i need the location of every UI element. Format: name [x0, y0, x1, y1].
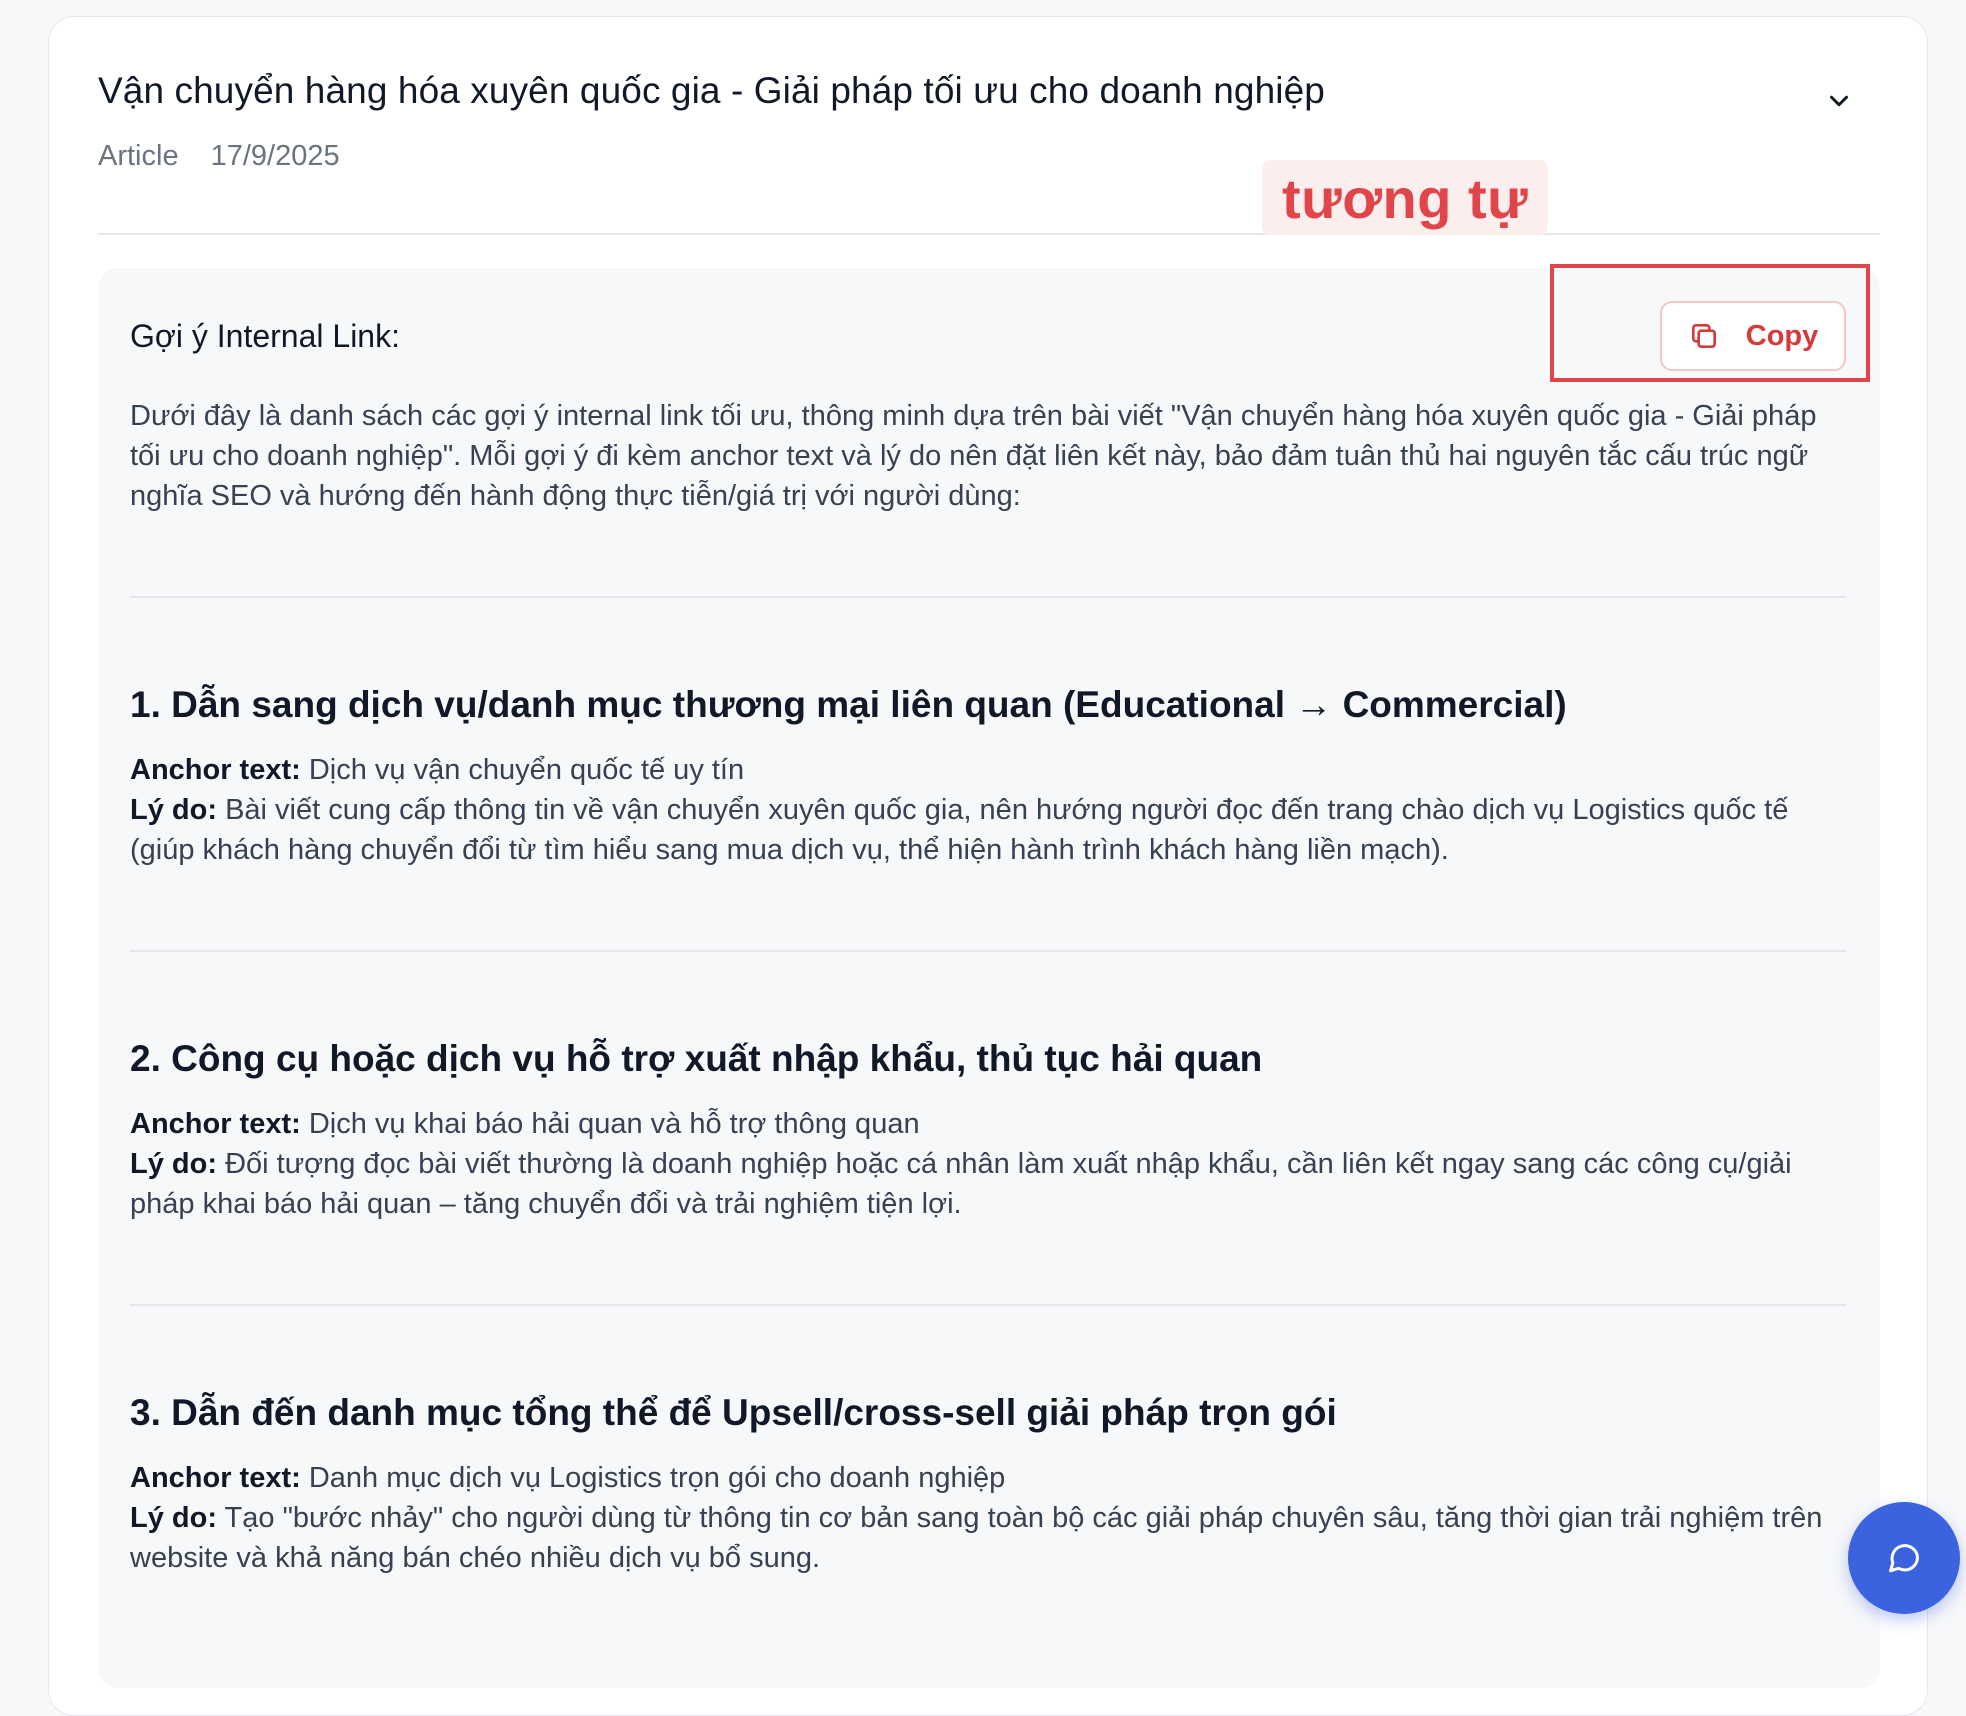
- reason-label: Lý do:: [130, 1502, 217, 1534]
- section-body: Anchor text: Dịch vụ khai báo hải quan v…: [130, 1104, 1840, 1224]
- anchor-label: Anchor text:: [130, 1108, 301, 1140]
- anchor-text: Dịch vụ khai báo hải quan và hỗ trợ thôn…: [308, 1108, 920, 1140]
- panel-heading: Gợi ý Internal Link:: [130, 318, 400, 354]
- reason-text: Đối tượng đọc bài viết thường là doanh n…: [130, 1148, 1792, 1220]
- anchor-line: Anchor text: Danh mục dịch vụ Logistics …: [130, 1458, 1840, 1498]
- reason-label: Lý do:: [130, 794, 217, 826]
- reason-label: Lý do:: [130, 1148, 217, 1180]
- article-type: Article: [98, 140, 179, 172]
- reason-line: Lý do: Tạo "bước nhảy" cho người dùng từ…: [130, 1498, 1840, 1578]
- annotation-label: tương tự: [1262, 160, 1549, 235]
- section-title: 3. Dẫn đến danh mục tổng thể để Upsell/c…: [130, 1392, 1337, 1433]
- reason-line: Lý do: Đối tượng đọc bài viết thường là …: [130, 1144, 1840, 1224]
- reason-text: Tạo "bước nhảy" cho người dùng từ thông …: [130, 1502, 1823, 1574]
- article-date: 17/9/2025: [210, 140, 340, 172]
- divider: [130, 1304, 1846, 1306]
- chevron-down-icon[interactable]: [1824, 86, 1854, 116]
- header-divider: [98, 233, 1880, 235]
- divider: [130, 596, 1846, 598]
- anchor-label: Anchor text:: [130, 1462, 301, 1494]
- anchor-line: Anchor text: Dịch vụ khai báo hải quan v…: [130, 1104, 1840, 1144]
- anchor-text: Dịch vụ vận chuyển quốc tế uy tín: [308, 754, 745, 786]
- intro-paragraph: Dưới đây là danh sách các gợi ý internal…: [130, 400, 1817, 512]
- section-body: Anchor text: Dịch vụ vận chuyển quốc tế …: [130, 750, 1840, 870]
- chat-bubble-icon: [1889, 1544, 1919, 1573]
- anchor-line: Anchor text: Dịch vụ vận chuyển quốc tế …: [130, 750, 1840, 790]
- section-title: 2. Công cụ hoặc dịch vụ hỗ trợ xuất nhập…: [130, 1038, 1263, 1079]
- section-title: 1. Dẫn sang dịch vụ/danh mục thương mại …: [130, 684, 1567, 725]
- section-body: Anchor text: Danh mục dịch vụ Logistics …: [130, 1458, 1840, 1578]
- chat-button[interactable]: [1848, 1502, 1960, 1614]
- copy-button[interactable]: Copy: [1660, 301, 1846, 371]
- anchor-label: Anchor text:: [130, 754, 301, 786]
- anchor-text: Danh mục dịch vụ Logistics trọn gói cho …: [308, 1462, 1006, 1494]
- reason-text: Bài viết cung cấp thông tin về vận chuyể…: [130, 794, 1789, 866]
- copy-label: Copy: [1745, 319, 1819, 352]
- copy-icon: [1691, 324, 1716, 348]
- reason-line: Lý do: Bài viết cung cấp thông tin về vậ…: [130, 790, 1840, 870]
- article-title: Vận chuyển hàng hóa xuyên quốc gia - Giả…: [98, 70, 1325, 111]
- divider: [130, 950, 1846, 952]
- article-meta: Article 17/9/2025: [98, 140, 340, 173]
